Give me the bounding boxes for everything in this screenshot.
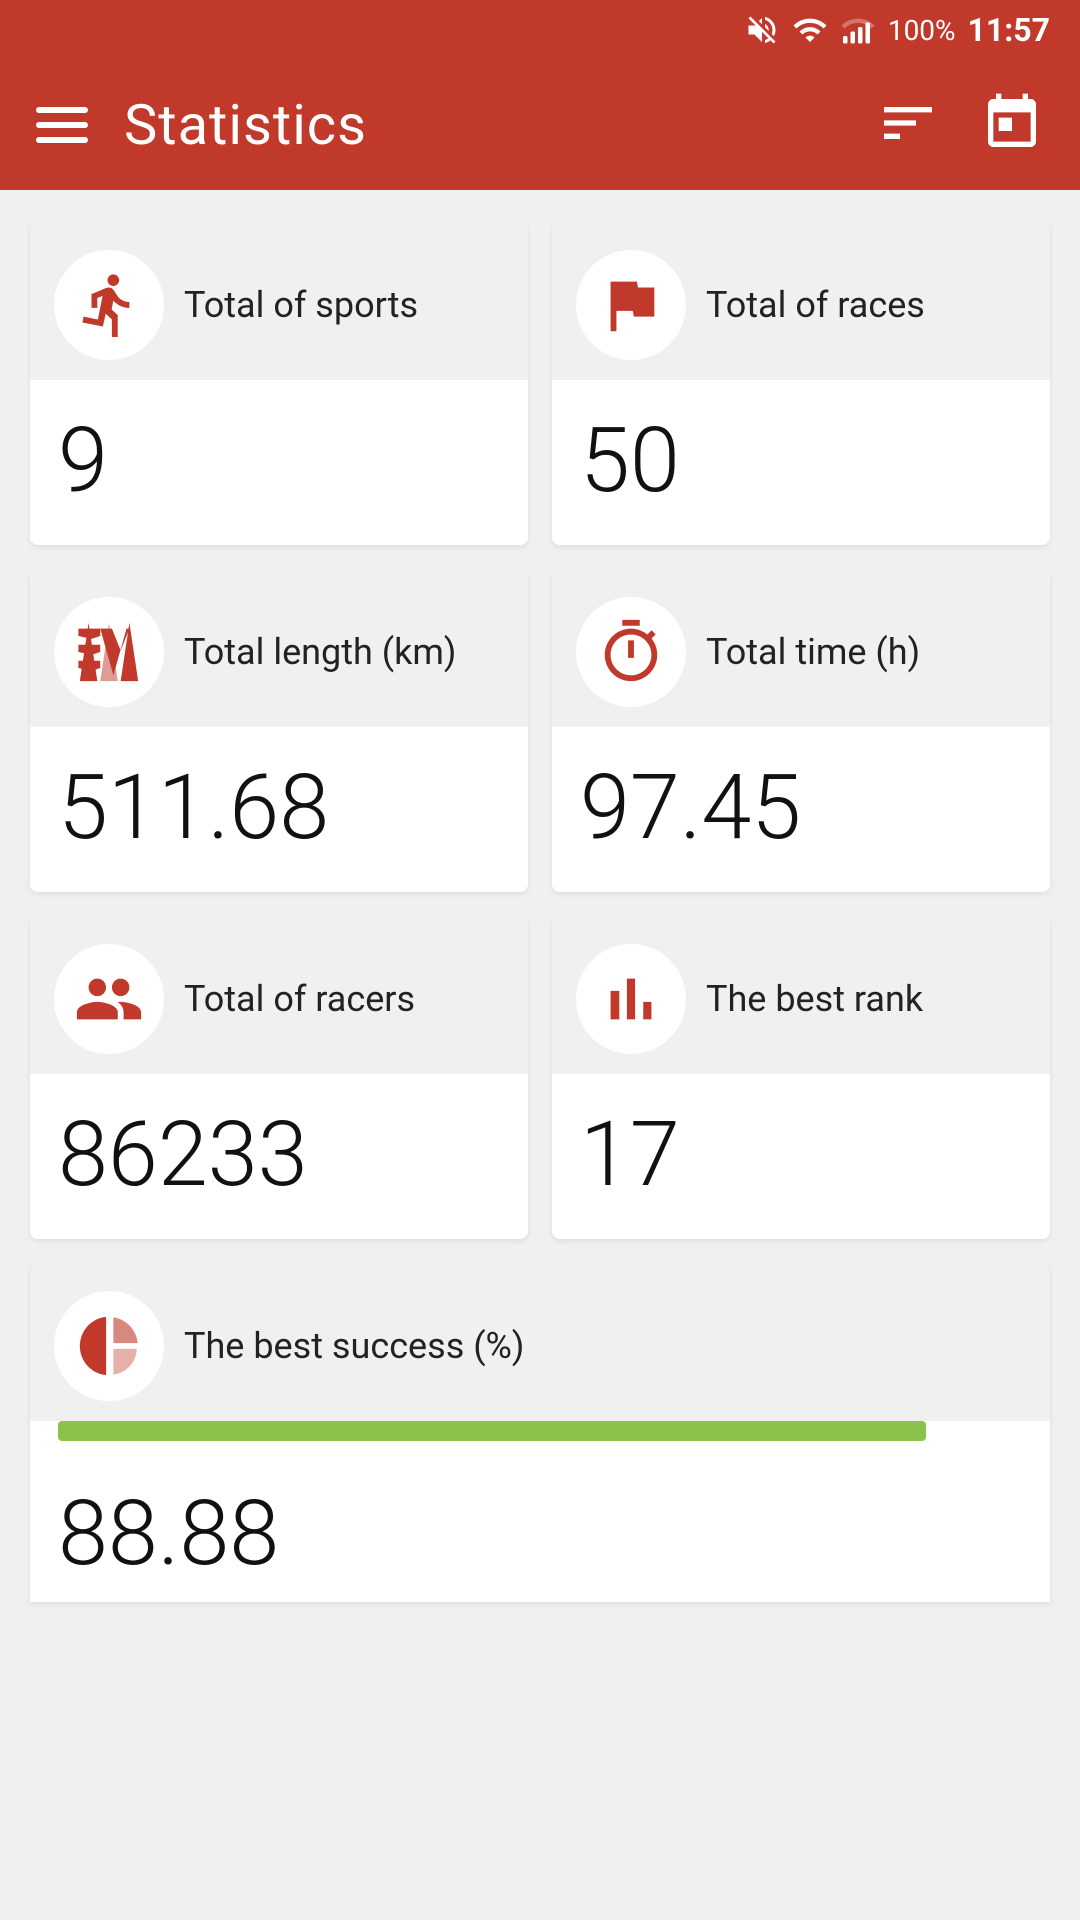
- success-progress-bar: [58, 1421, 926, 1441]
- stat-label-length: Total length (km): [184, 629, 456, 676]
- timer-icon: [596, 617, 666, 687]
- stat-value-racers: 86233: [30, 1074, 528, 1239]
- icon-circle-sports: [54, 250, 164, 360]
- stat-card-total-racers: Total of racers 86233: [30, 916, 528, 1239]
- icon-circle-success: [54, 1291, 164, 1401]
- app-bar-right: [876, 91, 1044, 159]
- status-icons: 100% 11:57: [744, 11, 1050, 49]
- stat-label-rank: The best rank: [706, 976, 923, 1023]
- filter-icon: [876, 91, 940, 155]
- pie-chart-icon: [74, 1311, 144, 1381]
- stat-card-total-time: Total time (h) 97.45: [552, 569, 1050, 892]
- status-time: 11:57: [968, 11, 1050, 49]
- stat-value-success-container: [30, 1421, 1050, 1453]
- main-content: Total of sports 9 Total of races 50: [0, 190, 1080, 1632]
- icon-circle-rank: [576, 944, 686, 1054]
- stat-card-total-length: Total length (km) 511.68: [30, 569, 528, 892]
- stat-value-length: 511.68: [30, 727, 528, 892]
- status-bar: 100% 11:57: [0, 0, 1080, 60]
- stat-value-races: 50: [552, 380, 1050, 545]
- stat-card-header-rank: The best rank: [552, 916, 1050, 1074]
- stat-label-time: Total time (h): [706, 629, 920, 676]
- page-title: Statistics: [124, 92, 367, 158]
- hamburger-menu[interactable]: [36, 107, 88, 143]
- stat-card-header-length: Total length (km): [30, 569, 528, 727]
- stat-label-races: Total of races: [706, 282, 925, 329]
- icon-circle-racers: [54, 944, 164, 1054]
- stat-label-racers: Total of racers: [184, 976, 415, 1023]
- filter-button[interactable]: [876, 91, 940, 159]
- stat-value-rank: 17: [552, 1074, 1050, 1239]
- calendar-button[interactable]: [980, 91, 1044, 159]
- app-bar-left: Statistics: [36, 92, 367, 158]
- road-icon: [74, 617, 144, 687]
- stat-card-header-sports: Total of sports: [30, 222, 528, 380]
- calendar-icon: [980, 91, 1044, 155]
- app-bar: Statistics: [0, 60, 1080, 190]
- stat-card-total-sports: Total of sports 9: [30, 222, 528, 545]
- icon-circle-time: [576, 597, 686, 707]
- rank-icon: [596, 964, 666, 1034]
- stat-card-best-rank: The best rank 17: [552, 916, 1050, 1239]
- stat-value-success: 88.88: [30, 1453, 1050, 1602]
- stat-card-header-time: Total time (h): [552, 569, 1050, 727]
- group-icon: [74, 964, 144, 1034]
- battery-text: 100%: [888, 14, 956, 47]
- flag-icon: [596, 270, 666, 340]
- stat-card-best-success: The best success (%) 88.88: [30, 1263, 1050, 1602]
- stat-label-sports: Total of sports: [184, 282, 418, 329]
- stats-grid: Total of sports 9 Total of races 50: [30, 222, 1050, 1239]
- icon-circle-length: [54, 597, 164, 707]
- icon-circle-races: [576, 250, 686, 360]
- stat-label-success: The best success (%): [184, 1323, 524, 1370]
- signal-icon: [840, 12, 876, 48]
- mute-icon: [744, 12, 780, 48]
- stat-card-total-races: Total of races 50: [552, 222, 1050, 545]
- stat-card-header-races: Total of races: [552, 222, 1050, 380]
- running-icon: [74, 270, 144, 340]
- stat-value-sports: 9: [30, 380, 528, 545]
- stat-card-header-success: The best success (%): [30, 1263, 1050, 1421]
- wifi-icon: [792, 12, 828, 48]
- stat-card-header-racers: Total of racers: [30, 916, 528, 1074]
- stat-value-time: 97.45: [552, 727, 1050, 892]
